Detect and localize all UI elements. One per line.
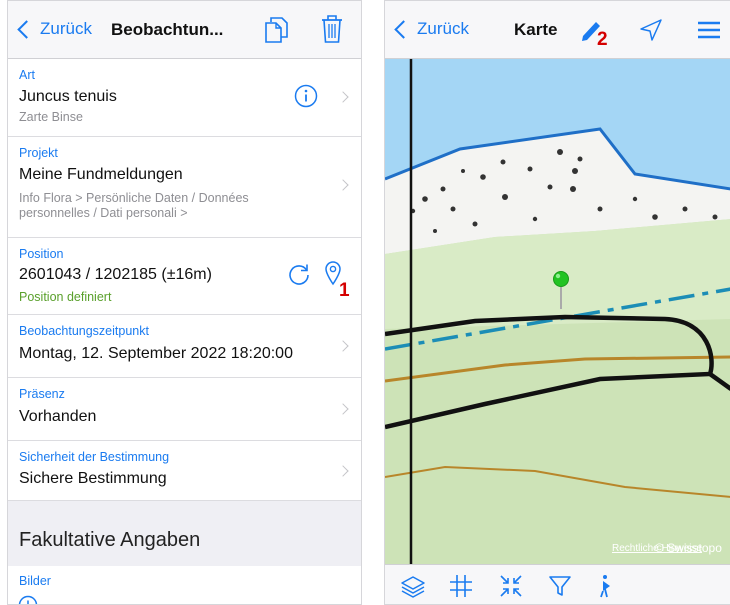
zeitpunkt-cell[interactable]: Beobachtungszeitpunkt Montag, 12. Septem… — [8, 315, 361, 378]
back-label: Zurück — [417, 19, 469, 38]
map-view[interactable]: Rechtliche Hinweise © Swisstopo — [385, 59, 730, 564]
copy-icon[interactable] — [263, 16, 289, 44]
compress-icon[interactable] — [497, 572, 525, 600]
observation-navbar: Zurück Beobachtun... — [8, 1, 361, 59]
sicherheit-caption: Sicherheit der Bestimmung — [19, 450, 170, 464]
projekt-caption: Projekt — [19, 146, 58, 160]
page-title: Karte — [514, 20, 558, 39]
filter-icon[interactable] — [546, 572, 574, 600]
zeitpunkt-caption: Beobachtungszeitpunkt — [19, 324, 149, 338]
projekt-subtitle-line1: Info Flora > Persönliche Daten / Données — [19, 191, 249, 205]
menu-icon[interactable] — [697, 21, 721, 39]
art-subtitle: Zarte Binse — [19, 110, 83, 124]
position-status: Position definiert — [19, 290, 112, 304]
sicherheit-cell[interactable]: Sicherheit der Bestimmung Sichere Bestim… — [8, 441, 361, 501]
projekt-subtitle-line2: personnelles / Dati personali > — [19, 206, 188, 220]
art-caption: Art — [19, 68, 35, 82]
chevron-right-icon — [337, 465, 349, 477]
chevron-right-icon — [337, 91, 349, 103]
observation-list: Art Juncus tenuis Zarte Binse Projekt Me… — [8, 59, 361, 605]
back-button[interactable]: Zurück — [17, 19, 92, 39]
walk-icon[interactable] — [593, 572, 621, 600]
chevron-left-icon — [394, 19, 413, 39]
map-navbar: Zurück Karte 2 — [385, 1, 730, 59]
chevron-right-icon — [337, 179, 349, 191]
back-button[interactable]: Zurück — [394, 19, 469, 39]
optional-section-header: Fakultative Angaben — [8, 501, 361, 566]
refresh-icon[interactable] — [287, 262, 311, 286]
praesenz-cell[interactable]: Präsenz Vorhanden — [8, 378, 361, 441]
chevron-left-icon — [17, 19, 36, 39]
trash-icon[interactable] — [320, 14, 344, 44]
praesenz-value: Vorhanden — [19, 408, 97, 425]
art-cell[interactable]: Art Juncus tenuis Zarte Binse — [8, 59, 361, 137]
plus-circle-icon[interactable] — [18, 595, 38, 605]
sicherheit-value: Sichere Bestimmung — [19, 470, 167, 487]
grid-icon[interactable] — [447, 572, 475, 600]
chevron-right-icon — [337, 403, 349, 415]
bilder-caption: Bilder — [19, 574, 51, 588]
page-title: Beobachtun... — [111, 20, 224, 39]
position-cell[interactable]: Position 2601043 / 1202185 (±16m) Positi… — [8, 238, 361, 315]
map-toolbar — [385, 564, 730, 604]
art-value: Juncus tenuis — [19, 88, 117, 105]
layers-icon[interactable] — [399, 572, 427, 600]
map-attribution: © Swisstopo — [655, 541, 722, 555]
annotation-marker-2: 2 — [597, 29, 608, 50]
map-screen: Zurück Karte 2 Rechtliche Hinweise © Swi… — [384, 0, 730, 605]
praesenz-caption: Präsenz — [19, 387, 65, 401]
section-title: Fakultative Angaben — [19, 529, 201, 551]
projekt-cell[interactable]: Projekt Meine Fundmeldungen Info Flora >… — [8, 137, 361, 238]
annotation-marker-1: 1 — [339, 280, 350, 301]
projekt-value: Meine Fundmeldungen — [19, 166, 183, 183]
bilder-cell[interactable]: Bilder — [8, 566, 361, 605]
info-icon[interactable] — [294, 84, 318, 108]
observation-screen: Zurück Beobachtun... Art Juncus tenuis Z… — [7, 0, 362, 605]
position-value: 2601043 / 1202185 (±16m) — [19, 266, 212, 283]
chevron-right-icon — [337, 340, 349, 352]
back-label: Zurück — [40, 19, 92, 38]
zeitpunkt-value: Montag, 12. September 2022 18:20:00 — [19, 345, 293, 362]
location-arrow-icon[interactable] — [638, 17, 664, 43]
map-canvas[interactable] — [385, 59, 730, 564]
position-caption: Position — [19, 247, 64, 261]
